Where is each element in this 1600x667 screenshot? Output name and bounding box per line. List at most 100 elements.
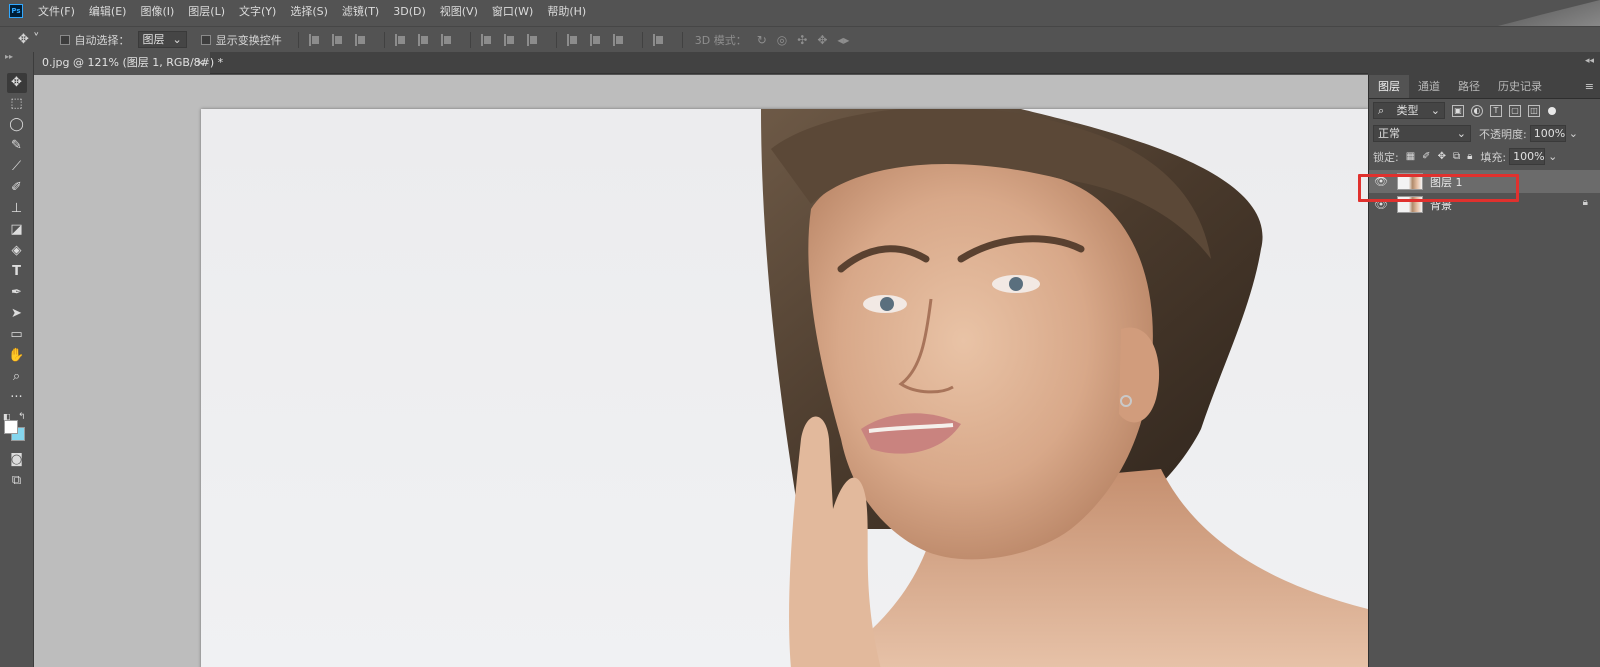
photoshop-logo-icon: Ps bbox=[9, 4, 23, 18]
filter-type-icon[interactable]: T bbox=[1490, 104, 1502, 117]
path-select-icon[interactable]: ➤ bbox=[7, 304, 27, 324]
menu-view[interactable]: 视图(V) bbox=[440, 3, 478, 19]
lock-image-icon[interactable]: ✐ bbox=[1422, 151, 1430, 162]
menu-edit[interactable]: 编辑(E) bbox=[89, 3, 127, 19]
layer-row-layer1[interactable]: 👁︎ 图层 1 bbox=[1369, 170, 1600, 193]
shape-icon[interactable]: ▭ bbox=[7, 325, 27, 345]
eye-icon[interactable]: 👁︎ bbox=[1369, 175, 1393, 188]
filter-pixel-icon[interactable]: ▣ bbox=[1452, 104, 1464, 117]
distribute-hcenter-icon[interactable] bbox=[588, 33, 602, 47]
blend-row: 正常 ⌄ 不透明度: 100% ⌄ bbox=[1369, 122, 1600, 145]
divider bbox=[469, 31, 471, 48]
layer-row-background[interactable]: 👁︎ 背景 🔒︎ bbox=[1369, 193, 1600, 216]
move-tool-preset-icon[interactable]: ✥ ˅ bbox=[18, 32, 40, 47]
menu-filter[interactable]: 滤镜(T) bbox=[342, 3, 379, 19]
collapse-panels-icon[interactable]: ◂◂ bbox=[1585, 56, 1594, 66]
quick-mask-icon[interactable]: ◙ bbox=[7, 450, 27, 470]
layer-filter-row: ⌕ 类型 ⌄ ▣ ◐ T ▢ ◫ bbox=[1369, 99, 1600, 122]
menu-image[interactable]: 图像(I) bbox=[140, 3, 174, 19]
close-icon[interactable]: × bbox=[196, 52, 205, 73]
menu-3d[interactable]: 3D(D) bbox=[393, 5, 426, 18]
fill-input[interactable]: 100% bbox=[1509, 148, 1546, 165]
eyedropper-icon[interactable]: ⟋ bbox=[7, 157, 27, 177]
menu-select[interactable]: 选择(S) bbox=[290, 3, 328, 19]
screen-mode-icon[interactable]: ⧉ bbox=[7, 471, 27, 491]
show-transform-checkbox[interactable] bbox=[200, 34, 211, 45]
chevron-down-icon[interactable]: ⌄ bbox=[1569, 127, 1578, 140]
swap-colors-icon[interactable]: ↰ bbox=[18, 412, 26, 422]
menu-help[interactable]: 帮助(H) bbox=[547, 3, 586, 19]
search-icon: ⌕ bbox=[1378, 104, 1385, 117]
lock-transparency-icon[interactable]: ▦ bbox=[1406, 151, 1415, 162]
canvas-area[interactable] bbox=[34, 75, 1368, 667]
layer-name: 背景 bbox=[1430, 198, 1452, 212]
pen-icon[interactable]: ✒ bbox=[7, 283, 27, 303]
tab-history[interactable]: 历史记录 bbox=[1489, 75, 1551, 98]
3d-roll-icon[interactable]: ◎ bbox=[777, 33, 787, 47]
tab-channels[interactable]: 通道 bbox=[1409, 75, 1449, 98]
distribute-top-icon[interactable] bbox=[479, 33, 493, 47]
eraser-icon[interactable]: ◪ bbox=[7, 220, 27, 240]
distribute-vcenter-icon[interactable] bbox=[502, 33, 516, 47]
layer-thumbnail bbox=[1397, 196, 1423, 213]
move-icon[interactable]: ✥ bbox=[6, 73, 27, 93]
document-tab[interactable]: 0.jpg @ 121% (图层 1, RGB/8#) * × bbox=[34, 52, 223, 74]
align-right-icon[interactable] bbox=[439, 33, 453, 47]
eye-icon[interactable]: 👁︎ bbox=[1369, 198, 1393, 211]
divider bbox=[555, 31, 557, 48]
align-bottom-icon[interactable] bbox=[353, 33, 367, 47]
bucket-icon[interactable]: ◈ bbox=[7, 241, 27, 261]
marquee-icon[interactable]: ⬚ bbox=[7, 94, 27, 114]
distribute-right-icon[interactable] bbox=[611, 33, 625, 47]
lasso-icon[interactable]: ◯ bbox=[7, 115, 27, 135]
3d-pan-icon[interactable]: ✣ bbox=[797, 33, 807, 47]
filter-shape-icon[interactable]: ▢ bbox=[1509, 104, 1521, 117]
3d-mode-label: 3D 模式： bbox=[694, 33, 747, 47]
filter-adjustment-icon[interactable]: ◐ bbox=[1471, 104, 1483, 117]
brush-icon[interactable]: ✐ bbox=[7, 178, 27, 198]
auto-select-dropdown[interactable]: 图层 ⌄ bbox=[137, 31, 187, 48]
lock-artboard-icon[interactable]: ⧉ bbox=[1453, 151, 1460, 162]
lock-position-icon[interactable]: ✥ bbox=[1438, 151, 1446, 162]
blend-mode-value: 正常 bbox=[1378, 127, 1400, 140]
align-left-icon[interactable] bbox=[393, 33, 407, 47]
menu-layer[interactable]: 图层(L) bbox=[188, 3, 225, 19]
chevron-down-icon[interactable]: ⌄ bbox=[1548, 150, 1557, 163]
hand-icon[interactable]: ✋ bbox=[7, 346, 27, 366]
distribute-left-icon[interactable] bbox=[565, 33, 579, 47]
tab-layers[interactable]: 图层 bbox=[1369, 75, 1409, 98]
lock-icon[interactable]: 🔒︎ bbox=[1583, 197, 1588, 208]
more-icon[interactable]: ··· bbox=[7, 388, 27, 408]
menu-type[interactable]: 文字(Y) bbox=[239, 3, 276, 19]
document-tab-bar: 0.jpg @ 121% (图层 1, RGB/8#) * × bbox=[34, 52, 1368, 74]
3d-slide-icon[interactable]: ✥ bbox=[817, 33, 827, 47]
align-hcenter-icon[interactable] bbox=[416, 33, 430, 47]
blend-mode-dropdown[interactable]: 正常 ⌄ bbox=[1373, 125, 1471, 142]
filter-toggle-icon[interactable] bbox=[1548, 106, 1556, 115]
menu-window[interactable]: 窗口(W) bbox=[492, 3, 533, 19]
auto-select-checkbox[interactable] bbox=[59, 34, 70, 45]
3d-orbit-icon[interactable]: ↻ bbox=[757, 33, 767, 47]
panel-grip-icon[interactable]: ▸▸ bbox=[5, 52, 33, 72]
opacity-input[interactable]: 100% bbox=[1529, 125, 1566, 142]
filter-smart-object-icon[interactable]: ◫ bbox=[1528, 104, 1540, 117]
tab-paths[interactable]: 路径 bbox=[1449, 75, 1489, 98]
layer-thumbnail bbox=[1397, 173, 1423, 190]
portrait-photo bbox=[761, 109, 1368, 667]
foreground-color-swatch[interactable] bbox=[4, 420, 18, 434]
panel-menu-icon[interactable]: ≡ bbox=[1585, 75, 1594, 98]
layer-name: 图层 1 bbox=[1430, 175, 1463, 189]
filter-kind-dropdown[interactable]: ⌕ 类型 ⌄ bbox=[1373, 102, 1445, 119]
type-icon[interactable]: T bbox=[7, 262, 27, 282]
align-top-icon[interactable] bbox=[307, 33, 321, 47]
3d-scale-icon[interactable]: ◂▸ bbox=[837, 33, 849, 47]
zoom-icon[interactable]: ⌕ bbox=[7, 367, 27, 387]
stamp-icon[interactable]: ⊥ bbox=[7, 199, 27, 219]
document-canvas-image[interactable] bbox=[201, 109, 1368, 667]
auto-align-icon[interactable] bbox=[651, 33, 665, 47]
align-vcenter-icon[interactable] bbox=[330, 33, 344, 47]
quick-select-icon[interactable]: ✎ bbox=[7, 136, 27, 156]
distribute-bottom-icon[interactable] bbox=[525, 33, 539, 47]
lock-all-icon[interactable]: 🔒︎ bbox=[1467, 151, 1472, 162]
menu-file[interactable]: 文件(F) bbox=[38, 3, 75, 19]
